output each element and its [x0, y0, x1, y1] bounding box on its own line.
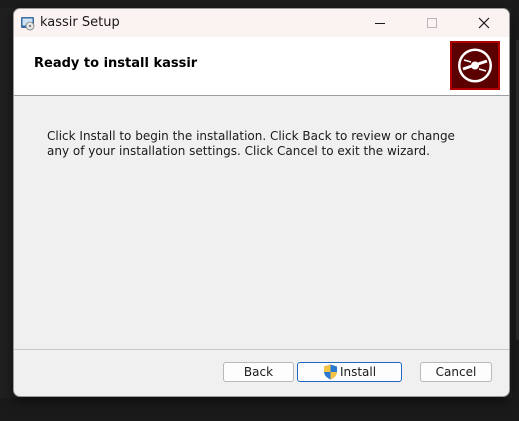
- disc-logo-icon: [450, 41, 500, 90]
- instructions-text: Click Install to begin the installation.…: [47, 129, 455, 158]
- footer-divider: [14, 349, 509, 350]
- desktop-background: [0, 0, 519, 8]
- cancel-button-label: Cancel: [435, 365, 477, 379]
- install-button-label: Install: [339, 365, 377, 379]
- back-button[interactable]: Back: [223, 362, 294, 382]
- maximize-icon: [427, 18, 437, 28]
- minimize-button[interactable]: [357, 9, 403, 37]
- page-title: Ready to install kassir: [34, 56, 198, 71]
- wizard-header: Ready to install kassir: [14, 37, 509, 95]
- setup-wizard-window: kassir Setup Ready to install kassir Cli…: [13, 8, 510, 397]
- maximize-button[interactable]: [409, 9, 455, 37]
- title-bar[interactable]: kassir Setup: [14, 9, 509, 37]
- back-button-label: Back: [243, 365, 274, 379]
- uac-shield-icon: [323, 364, 337, 380]
- install-button[interactable]: Install: [297, 362, 402, 382]
- close-button[interactable]: [461, 9, 507, 37]
- header-divider: [14, 95, 509, 96]
- desktop-bottom: [0, 398, 519, 421]
- close-icon: [478, 17, 490, 29]
- minimize-icon: [375, 23, 385, 24]
- window-title: kassir Setup: [40, 15, 120, 30]
- installer-app-icon: [20, 15, 36, 31]
- cancel-button[interactable]: Cancel: [420, 362, 492, 382]
